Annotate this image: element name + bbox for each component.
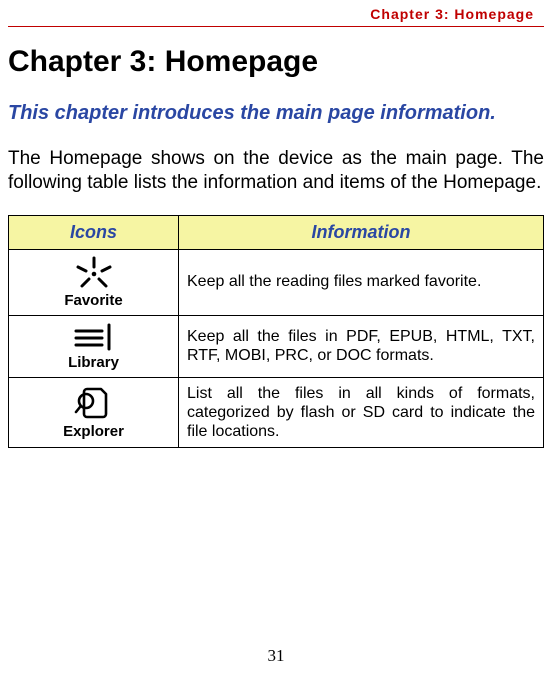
icon-cell-library: Library: [9, 315, 179, 377]
info-cell: Keep all the files in PDF, EPUB, HTML, T…: [179, 315, 544, 377]
table-header-row: Icons Information: [9, 215, 544, 249]
icon-label: Library: [68, 354, 119, 371]
table-row: Library Keep all the files in PDF, EPUB,…: [9, 315, 544, 377]
icon-label: Favorite: [64, 292, 122, 309]
icon-cell-explorer: Explorer: [9, 377, 179, 448]
chapter-title: Chapter 3: Homepage: [8, 45, 544, 79]
icon-wrap: Explorer: [17, 385, 170, 440]
homepage-items-table: Icons Information: [8, 215, 544, 449]
header-icons: Icons: [9, 215, 179, 249]
favorite-icon: [74, 256, 114, 290]
icon-wrap: Favorite: [17, 256, 170, 309]
info-cell: Keep all the reading files marked favori…: [179, 249, 544, 315]
icon-wrap: Library: [17, 322, 170, 371]
explorer-icon: [74, 385, 114, 421]
icon-label: Explorer: [63, 423, 124, 440]
page-number: 31: [0, 646, 552, 666]
library-icon: [72, 322, 116, 352]
chapter-intro: This chapter introduces the main page in…: [8, 101, 544, 125]
page: Chapter 3: Homepage Chapter 3: Homepage …: [0, 0, 552, 676]
running-header: Chapter 3: Homepage: [8, 6, 544, 27]
icon-cell-favorite: Favorite: [9, 249, 179, 315]
table-row: Explorer List all the files in all kinds…: [9, 377, 544, 448]
info-cell: List all the files in all kinds of forma…: [179, 377, 544, 448]
table-row: Favorite Keep all the reading files mark…: [9, 249, 544, 315]
header-information: Information: [179, 215, 544, 249]
body-paragraph: The Homepage shows on the device as the …: [8, 147, 544, 195]
